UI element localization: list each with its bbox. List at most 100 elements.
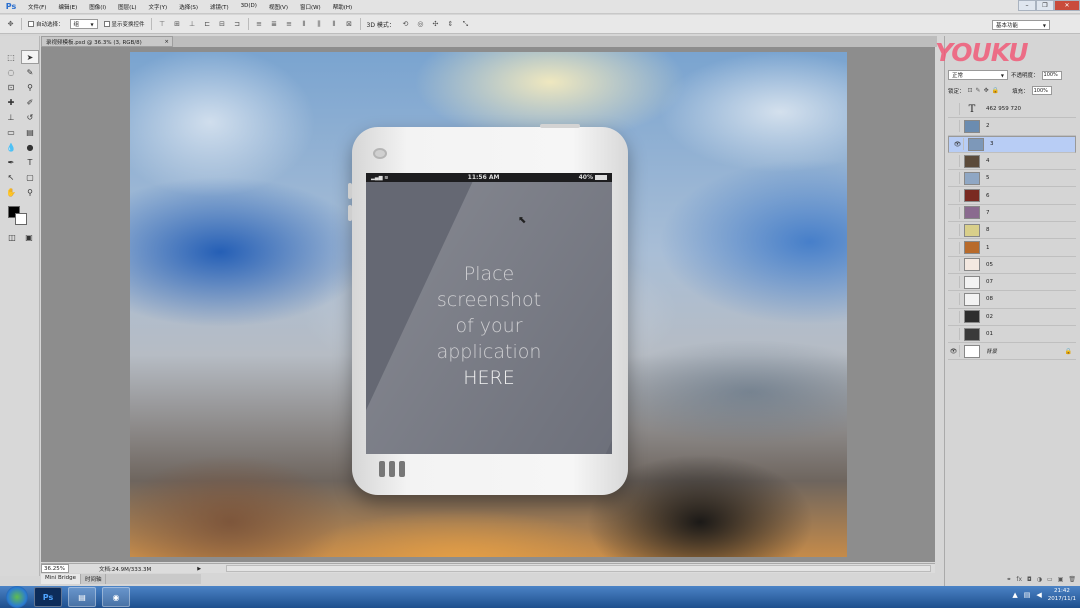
adjustment-layer-icon[interactable]: ◑ <box>1037 576 1042 585</box>
horizontal-scrollbar[interactable] <box>226 565 931 572</box>
menu-item[interactable]: 文件(F) <box>22 3 52 11</box>
start-button[interactable] <box>6 586 28 608</box>
visibility-eye-icon[interactable] <box>948 172 960 185</box>
network-icon[interactable]: ▤ <box>1024 591 1031 599</box>
menu-item[interactable]: 图层(L) <box>112 3 142 11</box>
document-tab[interactable]: 录视频模板.psd @ 36.3% (3, RGB/8) × <box>41 36 173 47</box>
tab-mini-bridge[interactable]: Mini Bridge <box>41 574 81 584</box>
visibility-eye-icon[interactable] <box>948 241 960 254</box>
lock-all-icon[interactable]: 🔒 <box>992 87 999 94</box>
distribute-hcenter-icon[interactable]: ⫼ <box>315 20 324 29</box>
opacity-field[interactable]: 100% <box>1041 70 1062 80</box>
distribute-top-icon[interactable]: ≡ <box>255 20 264 29</box>
move-tool-icon[interactable]: ➤ <box>21 50 39 64</box>
zoom-tool-icon[interactable]: ⚲ <box>21 185 39 199</box>
visibility-eye-icon[interactable] <box>948 258 960 271</box>
minimize-button[interactable]: – <box>1018 0 1036 11</box>
type-tool-icon[interactable]: T <box>21 155 39 169</box>
workspace-dropdown[interactable]: 基本功能 ▼ <box>992 20 1050 30</box>
background-color-swatch[interactable] <box>15 213 27 225</box>
distribute-vcenter-icon[interactable]: ≣ <box>270 20 279 29</box>
layer-row[interactable]: 7 <box>948 205 1076 223</box>
tray-arrow-icon[interactable]: ▲ <box>1012 591 1017 599</box>
lock-transparent-icon[interactable]: ⊡ <box>968 87 973 94</box>
align-top-icon[interactable]: ⊤ <box>158 20 167 29</box>
3d-pan-icon[interactable]: ✣ <box>431 20 440 29</box>
layer-row[interactable]: 4 <box>948 153 1076 171</box>
rectangle-tool-icon[interactable]: ▢ <box>21 170 39 184</box>
menu-item[interactable]: 编辑(E) <box>52 3 83 11</box>
restore-button[interactable]: ❐ <box>1036 0 1054 11</box>
pen-tool-icon[interactable]: ✒ <box>2 155 20 169</box>
menu-item[interactable]: 滤镜(T) <box>204 3 235 11</box>
align-vcenter-icon[interactable]: ⊞ <box>173 20 182 29</box>
visibility-eye-icon[interactable] <box>948 328 960 340</box>
visibility-eye-icon[interactable] <box>948 155 960 168</box>
zoom-field[interactable]: 36.25% <box>41 564 69 573</box>
auto-align-icon[interactable]: ⊠ <box>345 20 354 29</box>
marquee-tool-icon[interactable]: ⬚ <box>2 50 20 64</box>
visibility-eye-icon[interactable] <box>948 103 960 116</box>
healing-brush-tool-icon[interactable]: ✚ <box>2 95 20 109</box>
lock-position-icon[interactable]: ✥ <box>984 87 989 94</box>
new-layer-icon[interactable]: ▣ <box>1058 576 1064 585</box>
visibility-eye-icon[interactable] <box>948 293 960 306</box>
visibility-eye-icon[interactable] <box>948 189 960 202</box>
distribute-left-icon[interactable]: ⫴ <box>300 20 309 29</box>
clock[interactable]: 21:42 2017/11/1 <box>1048 587 1076 603</box>
close-button[interactable]: ✕ <box>1054 0 1080 11</box>
menu-item[interactable]: 3D(D) <box>235 3 263 11</box>
clone-stamp-tool-icon[interactable]: ⊥ <box>2 110 20 124</box>
align-right-icon[interactable]: ⊐ <box>233 20 242 29</box>
auto-select-checkbox[interactable]: 自动选择： <box>28 20 64 28</box>
menu-item[interactable]: 选择(S) <box>173 3 204 11</box>
hand-tool-icon[interactable]: ✋ <box>2 185 20 199</box>
layer-row[interactable]: 8 <box>948 222 1076 240</box>
volume-icon[interactable]: ◀ <box>1036 591 1041 599</box>
layer-row[interactable]: 01 <box>948 326 1076 344</box>
link-layers-icon[interactable]: ⚭ <box>1006 576 1011 585</box>
history-brush-tool-icon[interactable]: ↺ <box>21 110 39 124</box>
layer-row[interactable]: 6 <box>948 187 1076 205</box>
layer-row[interactable]: 👁 3 <box>948 135 1076 153</box>
menu-item[interactable]: 视图(V) <box>263 3 294 11</box>
new-group-icon[interactable]: ▭ <box>1047 576 1053 585</box>
3d-slide-icon[interactable]: ⇕ <box>446 20 455 29</box>
lock-pixels-icon[interactable]: ✎ <box>976 87 981 94</box>
layer-row[interactable]: 08 <box>948 291 1076 309</box>
auto-select-dropdown[interactable]: 组 ▼ <box>69 19 98 29</box>
eyedropper-tool-icon[interactable]: ⚲ <box>21 80 39 94</box>
taskbar-photoshop-button[interactable]: Ps <box>34 587 62 607</box>
layer-row[interactable]: 1 <box>948 239 1076 257</box>
taskbar-app-button[interactable]: ◉ <box>102 587 130 607</box>
quick-mask-icon[interactable]: ◫ <box>3 230 21 244</box>
layer-row[interactable]: T 462 959 720 <box>948 101 1076 119</box>
screen-mode-icon[interactable]: ▣ <box>20 230 38 244</box>
visibility-eye-icon[interactable] <box>948 310 960 323</box>
lasso-tool-icon[interactable]: ◌ <box>2 65 20 79</box>
3d-rotate-icon[interactable]: ⟲ <box>401 20 410 29</box>
menu-item[interactable]: 帮助(H) <box>327 3 358 11</box>
distribute-right-icon[interactable]: ⫴ <box>330 20 339 29</box>
path-select-tool-icon[interactable]: ↖ <box>2 170 20 184</box>
visibility-eye-icon[interactable] <box>948 276 960 289</box>
align-bottom-icon[interactable]: ⊥ <box>188 20 197 29</box>
3d-roll-icon[interactable]: ◎ <box>416 20 425 29</box>
fill-field[interactable]: 100% <box>1031 86 1052 95</box>
delete-layer-icon[interactable]: 🗑 <box>1068 576 1076 585</box>
layer-row[interactable]: 2 <box>948 118 1076 136</box>
visibility-eye-icon[interactable]: 👁 <box>948 345 960 358</box>
brush-tool-icon[interactable]: ✐ <box>21 95 39 109</box>
show-transform-checkbox[interactable]: 显示变换控件 <box>103 20 145 28</box>
visibility-eye-icon[interactable] <box>948 120 960 133</box>
blend-mode-dropdown[interactable]: 正常 ▼ <box>948 70 1008 80</box>
layer-row[interactable]: 07 <box>948 274 1076 292</box>
visibility-eye-icon[interactable]: 👁 <box>952 138 964 151</box>
menu-item[interactable]: 文字(Y) <box>143 3 174 11</box>
align-hcenter-icon[interactable]: ⊟ <box>218 20 227 29</box>
tab-timeline[interactable]: 时间轴 <box>81 574 107 584</box>
gradient-tool-icon[interactable]: ▤ <box>21 125 39 139</box>
dodge-tool-icon[interactable]: ● <box>21 140 39 154</box>
menu-item[interactable]: 图像(I) <box>83 3 112 11</box>
canvas[interactable]: ▂▄▆ ≋ 11:56 AM 40% Place screenshot of y… <box>130 52 847 557</box>
